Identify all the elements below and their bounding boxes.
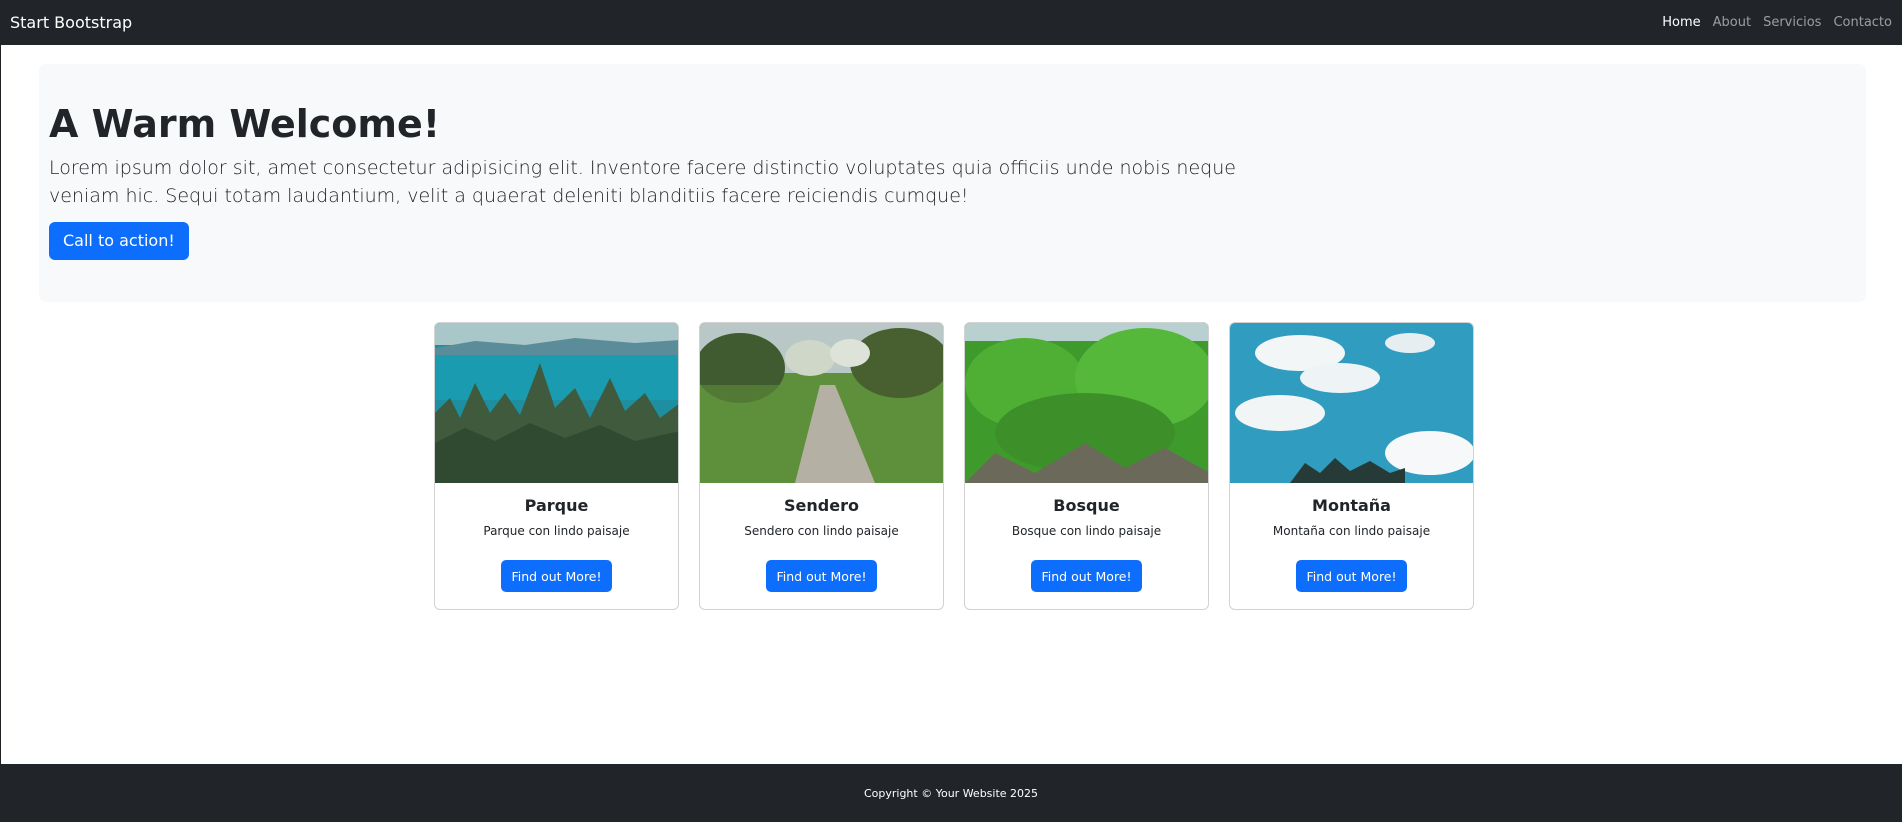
nav-link-about[interactable]: About (1713, 15, 1751, 30)
card-sendero: Sendero Sendero con lindo paisaje Find o… (699, 322, 944, 610)
nav-link-home[interactable]: Home (1662, 15, 1700, 30)
find-out-more-button[interactable]: Find out More! (1031, 560, 1142, 592)
footer: Copyright © Your Website 2025 (0, 764, 1902, 822)
card-text: Sendero con lindo paisaje (744, 524, 899, 538)
card-title: Sendero (784, 496, 859, 515)
card-title: Bosque (1053, 496, 1120, 515)
find-out-more-button[interactable]: Find out More! (1296, 560, 1407, 592)
green-forest-photo (965, 323, 1208, 483)
find-out-more-button[interactable]: Find out More! (766, 560, 877, 592)
nav-link-servicios[interactable]: Servicios (1763, 15, 1821, 30)
call-to-action-button[interactable]: Call to action! (49, 222, 189, 261)
card-montana: Montaña Montaña con lindo paisaje Find o… (1229, 322, 1474, 610)
copyright-text: Copyright © Your Website 2025 (863, 786, 1039, 800)
sky-clouds-photo (1230, 323, 1473, 483)
hero-title: A Warm Welcome! (49, 102, 441, 146)
card-row: Parque Parque con lindo paisaje Find out… (434, 322, 1474, 610)
trail-path-photo (700, 323, 943, 483)
window-edge (0, 45, 1, 764)
hero-lead: Lorem ipsum dolor sit, amet consectetur … (49, 156, 1236, 208)
brand-link[interactable]: Start Bootstrap (10, 13, 132, 32)
hero-section: A Warm Welcome! Lorem ipsum dolor sit, a… (39, 64, 1866, 302)
nav-link-contacto[interactable]: Contacto (1833, 15, 1892, 30)
navbar: Start Bootstrap Home About Servicios Con… (0, 0, 1902, 45)
nav-links: Home About Servicios Contacto (1662, 15, 1892, 30)
card-parque: Parque Parque con lindo paisaje Find out… (434, 322, 679, 610)
card-text: Montaña con lindo paisaje (1272, 524, 1431, 538)
card-title: Parque (524, 496, 589, 515)
card-title: Montaña (1312, 496, 1391, 515)
lake-forest-photo (435, 323, 678, 483)
card-text: Bosque con lindo paisaje (1011, 524, 1162, 538)
card-bosque: Bosque Bosque con lindo paisaje Find out… (964, 322, 1209, 610)
card-text: Parque con lindo paisaje (483, 524, 630, 538)
find-out-more-button[interactable]: Find out More! (501, 560, 612, 592)
